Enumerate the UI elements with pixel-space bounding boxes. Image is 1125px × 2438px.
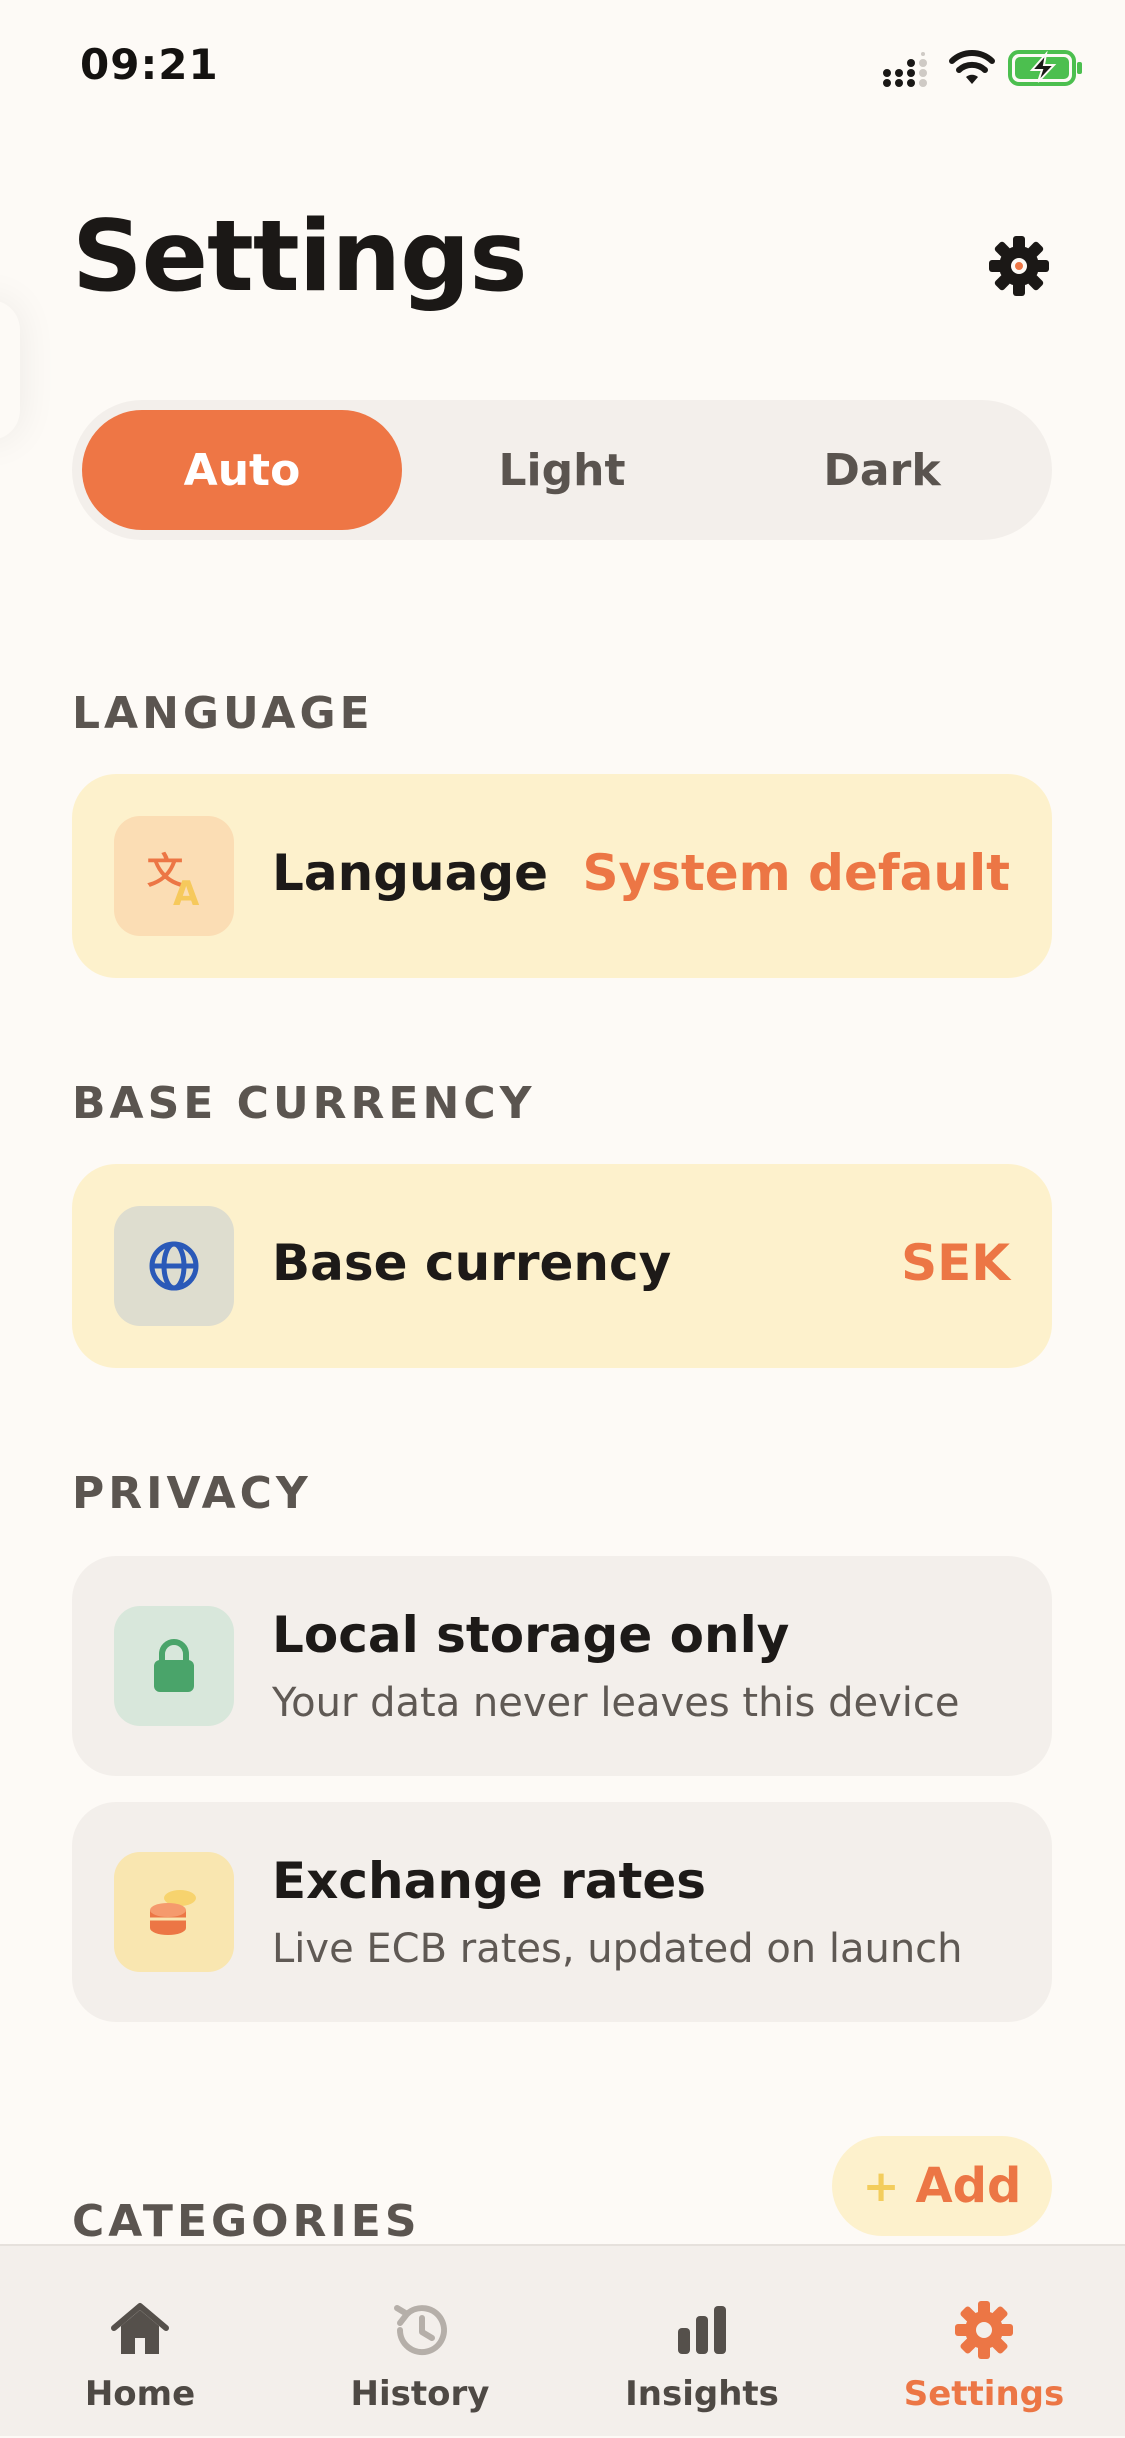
section-label-categories: CATEGORIES xyxy=(72,2196,421,2247)
history-icon xyxy=(394,2305,447,2356)
status-bar: 09:21 xyxy=(0,0,1125,140)
add-category-label: Add xyxy=(915,2158,1022,2214)
local-storage-row: Local storage only Your data never leave… xyxy=(72,1556,1052,1776)
gear-icon xyxy=(955,2301,1013,2359)
tab-history[interactable]: History xyxy=(310,2246,530,2438)
translate-icon: 文 A xyxy=(114,816,234,936)
tab-insights-label: Insights xyxy=(625,2374,779,2414)
base-currency-title: Base currency xyxy=(272,1234,672,1292)
theme-option-auto[interactable]: Auto xyxy=(82,410,402,530)
exchange-rates-title: Exchange rates xyxy=(272,1852,707,1910)
section-label-base-currency: BASE CURRENCY xyxy=(72,1078,536,1129)
battery-charging-icon xyxy=(1008,50,1082,86)
svg-text:A: A xyxy=(173,874,200,911)
base-currency-value: SEK xyxy=(901,1234,1010,1292)
language-row[interactable]: 文 A Language System default xyxy=(72,774,1052,978)
tab-home[interactable]: Home xyxy=(30,2246,250,2438)
section-label-privacy: PRIVACY xyxy=(72,1468,312,1519)
language-value: System default xyxy=(582,844,1010,902)
local-storage-subtitle: Your data never leaves this device xyxy=(272,1680,960,1726)
local-storage-title: Local storage only xyxy=(272,1606,790,1664)
page-title: Settings xyxy=(72,200,528,314)
wifi-icon xyxy=(949,50,995,84)
base-currency-row[interactable]: Base currency SEK xyxy=(72,1164,1052,1368)
globe-icon xyxy=(114,1206,234,1326)
tab-history-label: History xyxy=(350,2374,490,2414)
theme-option-dark[interactable]: Dark xyxy=(722,410,1042,530)
theme-option-light[interactable]: Light xyxy=(402,410,722,530)
section-label-language: LANGUAGE xyxy=(72,688,374,739)
tab-settings[interactable]: Settings xyxy=(874,2246,1094,2438)
edge-shadow xyxy=(0,300,20,440)
exchange-rates-row: Exchange rates Live ECB rates, updated o… xyxy=(72,1802,1052,2022)
add-category-button[interactable]: + Add xyxy=(832,2136,1052,2236)
cellular-signal-icon xyxy=(883,52,927,87)
coins-icon xyxy=(114,1852,234,1972)
gear-icon[interactable] xyxy=(987,234,1051,298)
status-time: 09:21 xyxy=(80,40,219,89)
language-title: Language xyxy=(272,844,549,902)
theme-segmented-control: Auto Light Dark xyxy=(72,400,1052,540)
lock-icon xyxy=(114,1606,234,1726)
home-icon xyxy=(111,2303,169,2354)
tab-home-label: Home xyxy=(84,2374,196,2414)
tab-settings-label: Settings xyxy=(903,2374,1065,2414)
tab-bar: Home History Insights Settings xyxy=(0,2244,1125,2436)
exchange-rates-subtitle: Live ECB rates, updated on launch xyxy=(272,1926,963,1972)
tab-insights[interactable]: Insights xyxy=(592,2246,812,2438)
bar-chart-icon xyxy=(678,2306,726,2354)
plus-icon: + xyxy=(862,2160,900,2212)
